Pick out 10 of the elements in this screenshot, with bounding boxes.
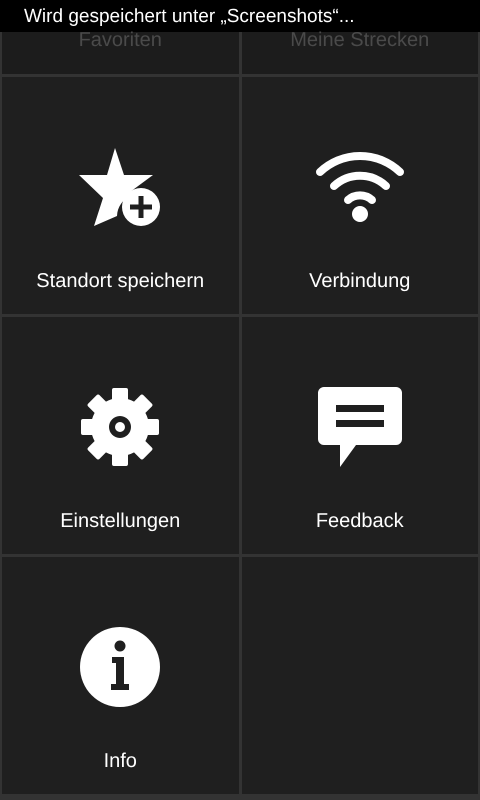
menu-tile[interactable]: Info bbox=[2, 557, 238, 794]
gear-icon bbox=[79, 386, 162, 468]
status-message: Wird gespeichert unter „Screenshots“... bbox=[24, 6, 355, 26]
menu-tile[interactable]: Verbindung bbox=[242, 77, 478, 314]
menu-tile[interactable]: Standort speichern bbox=[2, 77, 238, 314]
menu-tile[interactable]: Einstellungen bbox=[2, 317, 238, 554]
menu-tile[interactable]: Feedback bbox=[242, 317, 478, 554]
info-icon bbox=[79, 626, 162, 708]
wifi-icon bbox=[314, 150, 406, 224]
speech-bubble-icon bbox=[316, 385, 404, 469]
